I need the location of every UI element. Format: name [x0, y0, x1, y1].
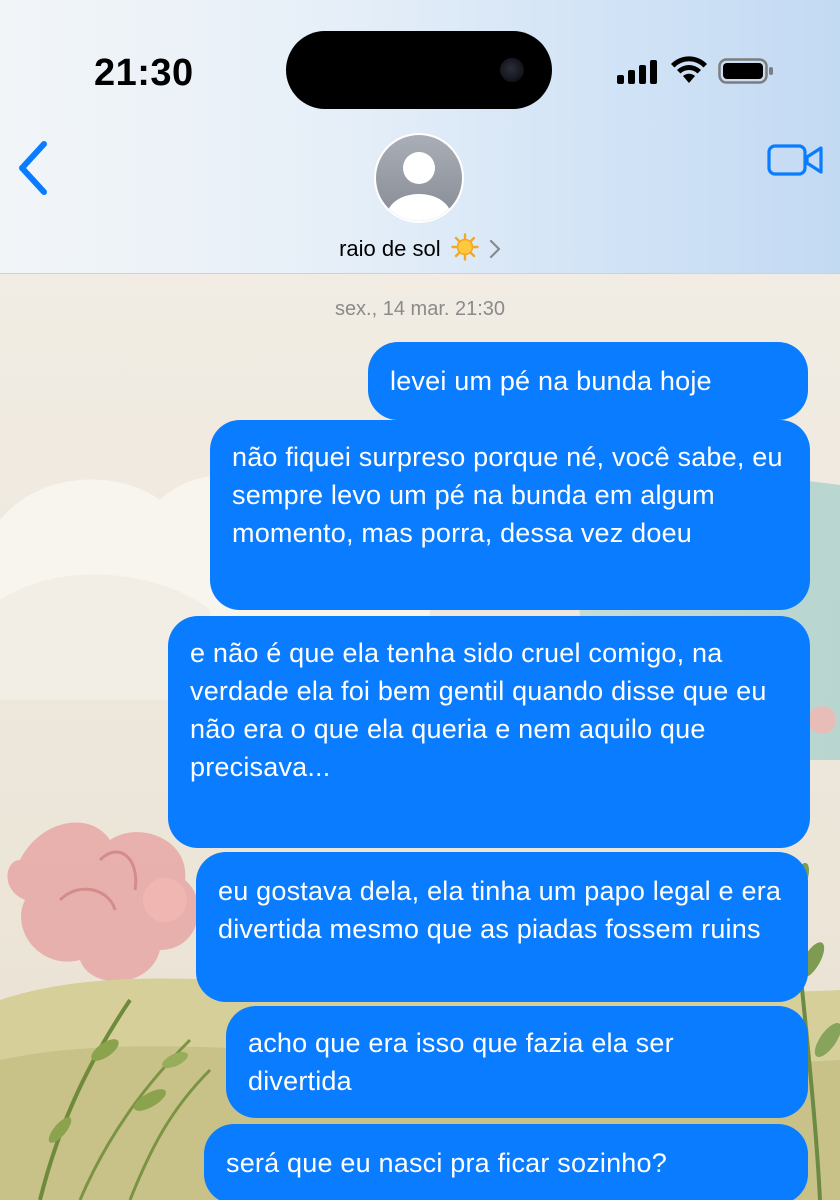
- sent-message-bubble[interactable]: levei um pé na bunda hoje: [368, 342, 808, 420]
- sent-message-bubble[interactable]: e não é que ela tenha sido cruel comigo,…: [168, 616, 810, 848]
- chevron-right-icon: [489, 239, 500, 259]
- conversation-timestamp: sex., 14 mar. 21:30: [334, 298, 506, 320]
- message-text: e não é que ela tenha sido cruel comigo,…: [190, 638, 767, 782]
- conversation-header: 21:30 raio de sol: [0, 0, 840, 274]
- sent-message-bubble[interactable]: eu gostava dela, ela tinha um papo legal…: [196, 852, 808, 1002]
- message-text: será que eu nasci pra ficar sozinho?: [226, 1148, 667, 1178]
- video-camera-icon: [767, 144, 823, 176]
- status-bar-time: 21:30: [94, 52, 194, 94]
- message-text: eu gostava dela, ela tinha um papo legal…: [218, 876, 782, 944]
- contact-name-button[interactable]: raio de sol: [0, 233, 840, 262]
- battery-icon: [718, 58, 773, 84]
- front-camera-icon: [500, 58, 524, 82]
- message-text: acho que era isso que fazia ela ser dive…: [248, 1028, 674, 1096]
- messages-screen: 21:30 raio de sol sex., 14 mar. 21:30 le…: [0, 0, 840, 1200]
- video-call-button[interactable]: [766, 140, 826, 180]
- message-thread[interactable]: sex., 14 mar. 21:30 levei um pé na bunda…: [0, 274, 840, 1200]
- dynamic-island: [286, 31, 552, 109]
- contact-name: raio de sol: [339, 236, 441, 261]
- sent-message-bubble[interactable]: será que eu nasci pra ficar sozinho?: [204, 1124, 808, 1200]
- sent-message-bubble[interactable]: não fiquei surpreso porque né, você sabe…: [210, 420, 810, 610]
- back-button[interactable]: [14, 138, 58, 198]
- message-text: não fiquei surpreso porque né, você sabe…: [232, 442, 783, 548]
- chevron-left-icon: [19, 141, 47, 195]
- person-silhouette-icon: [374, 133, 464, 223]
- wifi-icon: [671, 56, 707, 83]
- cellular-signal-icon: [617, 60, 657, 84]
- message-text: levei um pé na bunda hoje: [390, 366, 712, 396]
- sun-emoji-icon: [451, 233, 479, 261]
- sent-message-bubble[interactable]: acho que era isso que fazia ela ser dive…: [226, 1006, 808, 1118]
- contact-avatar[interactable]: [373, 132, 465, 224]
